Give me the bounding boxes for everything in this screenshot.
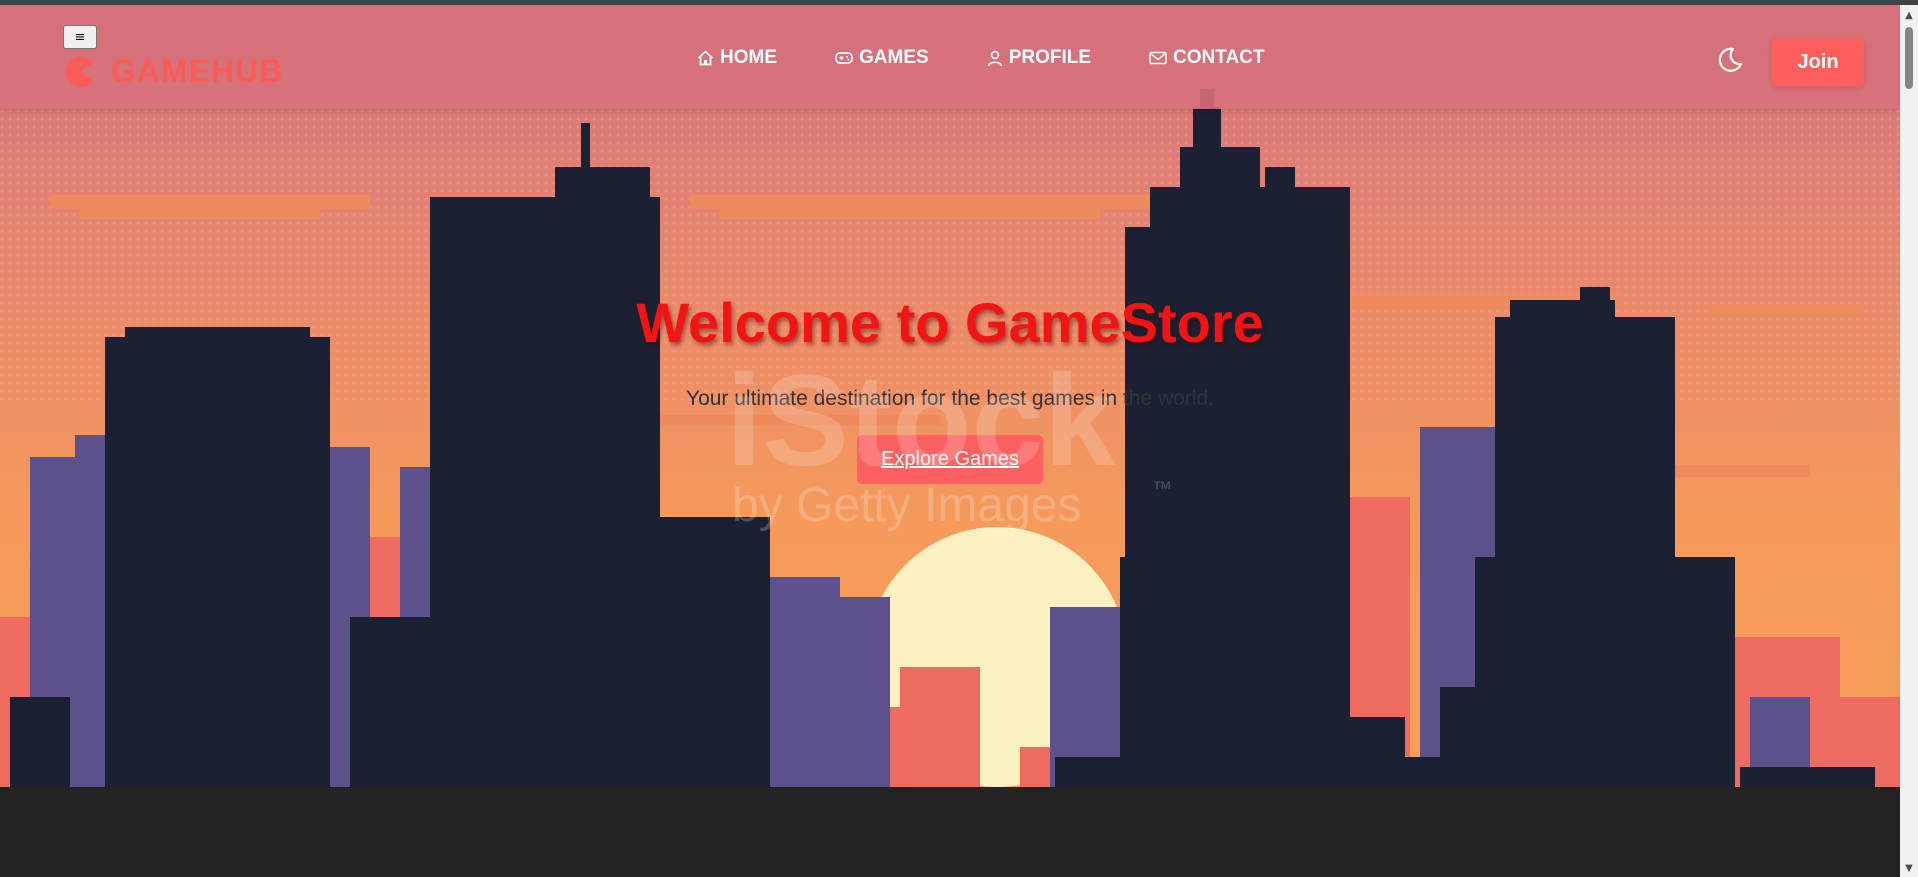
scroll-down-arrow-icon[interactable]: ▼	[1900, 860, 1918, 877]
home-icon	[697, 50, 714, 66]
hero-content: Welcome to GameStore Your ultimate desti…	[0, 290, 1900, 484]
top-navbar: ≡ GAMEHUB HOME GAMES PROFILE CONTACT Joi…	[0, 5, 1900, 109]
scrollbar-thumb[interactable]	[1905, 27, 1913, 89]
nav-links: HOME GAMES PROFILE CONTACT	[697, 47, 1323, 69]
moon-icon	[1718, 47, 1743, 72]
brand-name: GAMEHUB	[111, 53, 284, 89]
hero-subtitle: Your ultimate destination for the best g…	[685, 387, 1215, 410]
nav-profile-label: PROFILE	[1008, 47, 1092, 68]
hero-section: iStock by Getty Images ™ Welcome to Game…	[0, 5, 1900, 787]
nav-home[interactable]: HOME	[697, 47, 777, 69]
menu-toggle-button[interactable]: ≡	[63, 25, 97, 49]
nav-contact[interactable]: CONTACT	[1149, 47, 1265, 69]
logo[interactable]: GAMEHUB	[64, 53, 283, 90]
join-button[interactable]: Join	[1772, 38, 1864, 86]
hero-title: Welcome to GameStore	[636, 291, 1264, 354]
nav-games-label: GAMES	[859, 47, 929, 68]
vertical-scrollbar[interactable]: ▲ ▼	[1900, 5, 1918, 877]
pacman-logo-icon	[66, 56, 93, 87]
nav-home-label: HOME	[720, 47, 777, 68]
theme-toggle-button[interactable]	[1716, 46, 1744, 79]
nav-games[interactable]: GAMES	[835, 47, 929, 69]
envelope-icon	[1149, 51, 1167, 65]
person-icon	[987, 50, 1003, 67]
explore-games-button[interactable]: Explore Games	[857, 435, 1043, 484]
gamepad-icon	[835, 51, 853, 65]
nav-profile[interactable]: PROFILE	[987, 47, 1091, 69]
nav-contact-label: CONTACT	[1173, 47, 1265, 68]
scroll-up-arrow-icon[interactable]: ▲	[1900, 7, 1918, 24]
window-top-border	[0, 0, 1918, 5]
